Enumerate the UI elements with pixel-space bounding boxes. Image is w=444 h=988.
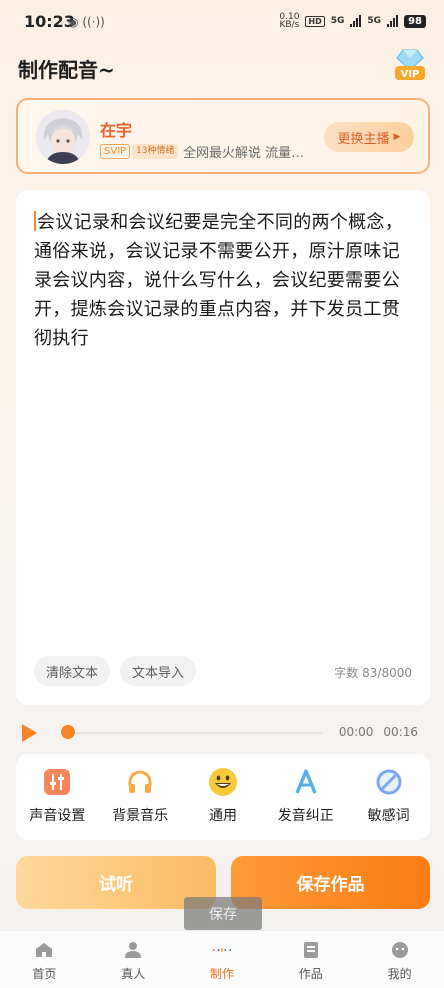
total-time: 00:16	[383, 725, 418, 739]
status-right: 0.10 KB/s HD 5G 5G 98	[279, 12, 426, 30]
clear-text-button[interactable]: 清除文本	[34, 656, 110, 686]
tool-pronunciation-fix[interactable]: 发音纠正	[264, 754, 347, 840]
prohibited-icon	[374, 767, 404, 797]
hd-icon: HD	[305, 15, 325, 27]
status-bar: 10:23 ◉ ((·)) 0.10 KB/s HD 5G 5G 98	[0, 0, 444, 44]
tool-sensitive-words[interactable]: 敏感词	[347, 754, 430, 840]
smiley-icon	[208, 767, 238, 797]
profile-icon	[390, 941, 410, 959]
nav-mine[interactable]: 我的	[355, 931, 444, 988]
voice-host-card[interactable]: 在宇 SVIP 13种情绪 全网最火解说 流量… 更换主播 ▶	[16, 98, 430, 174]
app-notification-icon: ◉	[68, 15, 79, 29]
vip-badge-icon[interactable]: VIP	[393, 48, 427, 82]
avatar	[36, 110, 90, 164]
net-label-1: 5G	[330, 16, 345, 26]
script-text: 会议记录和会议纪要是完全不同的两个概念，通俗来说，会议记录不需要公开，原汁原味记…	[34, 212, 403, 349]
tool-voice-settings[interactable]: 声音设置	[16, 754, 99, 840]
toast-message: 保存	[184, 897, 262, 930]
progress-thumb[interactable]	[61, 725, 75, 739]
tool-background-music[interactable]: 背景音乐	[99, 754, 182, 840]
battery-icon: 98	[404, 14, 426, 28]
progress-track[interactable]	[68, 732, 322, 734]
emotion-tag: 13种情绪	[132, 144, 179, 159]
letter-a-icon	[291, 767, 321, 797]
word-counter: 字数 83/8000	[334, 666, 412, 680]
headphones-icon	[125, 767, 155, 797]
make-icon	[212, 941, 232, 959]
network-speed: 0.10 KB/s	[279, 12, 300, 30]
play-arrow-icon: ▶	[393, 132, 401, 142]
notification-icons: ◉ ((·))	[68, 15, 105, 29]
svg-text:VIP: VIP	[401, 69, 420, 80]
text-editor[interactable]: 会议记录和会议纪要是完全不同的两个概念，通俗来说，会议记录不需要公开，原汁原味记…	[16, 190, 430, 705]
script-textarea[interactable]: 会议记录和会议纪要是完全不同的两个概念，通俗来说，会议记录不需要公开，原汁原味记…	[34, 208, 416, 353]
svip-tag: SVIP	[100, 144, 131, 159]
signal-icon-2	[387, 15, 399, 27]
text-cursor	[34, 211, 36, 231]
current-time: 00:00	[338, 725, 374, 739]
audio-player: 00:00 00:16	[16, 716, 430, 750]
play-icon[interactable]	[22, 724, 37, 742]
host-name: 在宇	[100, 121, 133, 140]
page-title: 制作配音~	[18, 58, 115, 82]
nav-home[interactable]: 首页	[0, 931, 89, 988]
switch-host-label: 更换主播	[337, 131, 390, 147]
person-icon	[123, 941, 143, 959]
document-icon	[301, 941, 321, 959]
host-description: 全网最火解说 流量…	[183, 146, 305, 161]
home-icon	[34, 941, 54, 959]
nav-make[interactable]: 制作	[178, 931, 267, 988]
sliders-icon	[42, 767, 72, 797]
signal-icon-1	[350, 15, 362, 27]
signal-wave-icon: ((·))	[82, 15, 105, 29]
nav-real-person[interactable]: 真人	[89, 931, 178, 988]
bottom-nav: 首页 真人 制作 作品 我的	[0, 930, 444, 988]
tool-general[interactable]: 通用	[182, 754, 265, 840]
net-label-2: 5G	[367, 16, 382, 26]
nav-works[interactable]: 作品	[266, 931, 355, 988]
tool-bar: 声音设置 背景音乐 通用 发音纠正 敏感词	[16, 754, 430, 840]
switch-host-button[interactable]: 更换主播 ▶	[324, 122, 414, 152]
import-text-button[interactable]: 文本导入	[120, 656, 196, 686]
player-times: 00:00 00:16	[339, 725, 418, 739]
